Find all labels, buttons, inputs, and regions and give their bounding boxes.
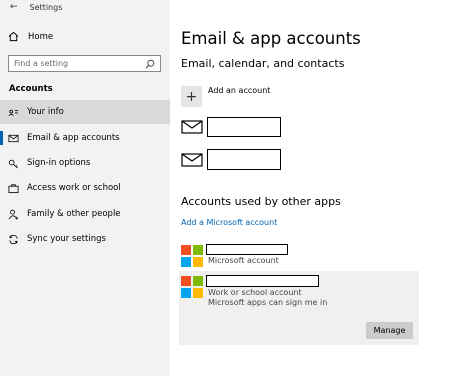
window-title-bar: ← Settings (10, 2, 62, 12)
redacted-email (207, 117, 281, 137)
sidebar-item-sync-settings[interactable]: Sync your settings (0, 227, 170, 251)
email-account-row[interactable] (181, 117, 281, 137)
search-icon[interactable] (145, 59, 155, 69)
manage-button[interactable]: Manage (366, 322, 413, 339)
selection-indicator (0, 131, 3, 145)
microsoft-logo-icon (181, 245, 203, 267)
sidebar-item-family-other-people[interactable]: Family & other people (0, 202, 170, 226)
sidebar-item-access-work-school[interactable]: Access work or school (0, 176, 170, 200)
home-icon (8, 31, 19, 42)
section-heading-accounts: Accounts (9, 84, 53, 94)
account-detail-label: Microsoft apps can sign me in (208, 298, 328, 307)
person-card-icon (8, 107, 19, 118)
person-add-icon (8, 209, 19, 220)
redacted-account-name (206, 275, 319, 287)
account-type-label: Work or school account (208, 288, 302, 297)
sidebar-item-label: Email & app accounts (27, 133, 120, 143)
sidebar-item-label: Family & other people (27, 209, 121, 219)
sidebar-item-label: Sign-in options (27, 158, 91, 168)
sidebar-item-email-app-accounts[interactable]: Email & app accounts (0, 126, 170, 150)
home-label: Home (28, 31, 54, 42)
page-title: Email & app accounts (181, 29, 361, 48)
sidebar: ← Settings Home Find a setting Accounts … (0, 0, 170, 376)
section-heading-other-apps: Accounts used by other apps (181, 195, 341, 208)
back-arrow-icon[interactable]: ← (10, 2, 18, 12)
plus-icon: + (181, 86, 202, 107)
email-account-row[interactable] (181, 149, 281, 170)
sync-icon (8, 234, 19, 245)
add-account-button[interactable]: + Add an account (181, 86, 270, 107)
window-title: Settings (29, 2, 63, 12)
mail-icon (181, 152, 203, 167)
sidebar-item-label: Sync your settings (27, 234, 106, 244)
sidebar-item-label: Your info (27, 107, 64, 117)
redacted-email (207, 149, 281, 170)
mail-icon (181, 120, 203, 134)
section-heading-email-calendar-contacts: Email, calendar, and contacts (181, 57, 345, 70)
add-account-label: Add an account (208, 86, 271, 95)
sidebar-item-label: Access work or school (27, 183, 121, 193)
microsoft-logo-icon (181, 276, 203, 298)
briefcase-icon (8, 183, 19, 194)
microsoft-account-item[interactable]: Microsoft account (179, 241, 419, 271)
add-microsoft-account-link[interactable]: Add a Microsoft account (181, 218, 277, 227)
search-placeholder: Find a setting (14, 59, 69, 68)
account-type-label: Microsoft account (208, 256, 279, 265)
redacted-account-name (206, 244, 288, 255)
key-icon (8, 158, 19, 169)
sidebar-item-your-info[interactable]: Your info (0, 100, 170, 124)
home-nav-item[interactable]: Home (8, 31, 53, 42)
mail-icon (8, 133, 19, 144)
search-input[interactable]: Find a setting (8, 55, 161, 72)
sidebar-item-sign-in-options[interactable]: Sign-in options (0, 151, 170, 175)
